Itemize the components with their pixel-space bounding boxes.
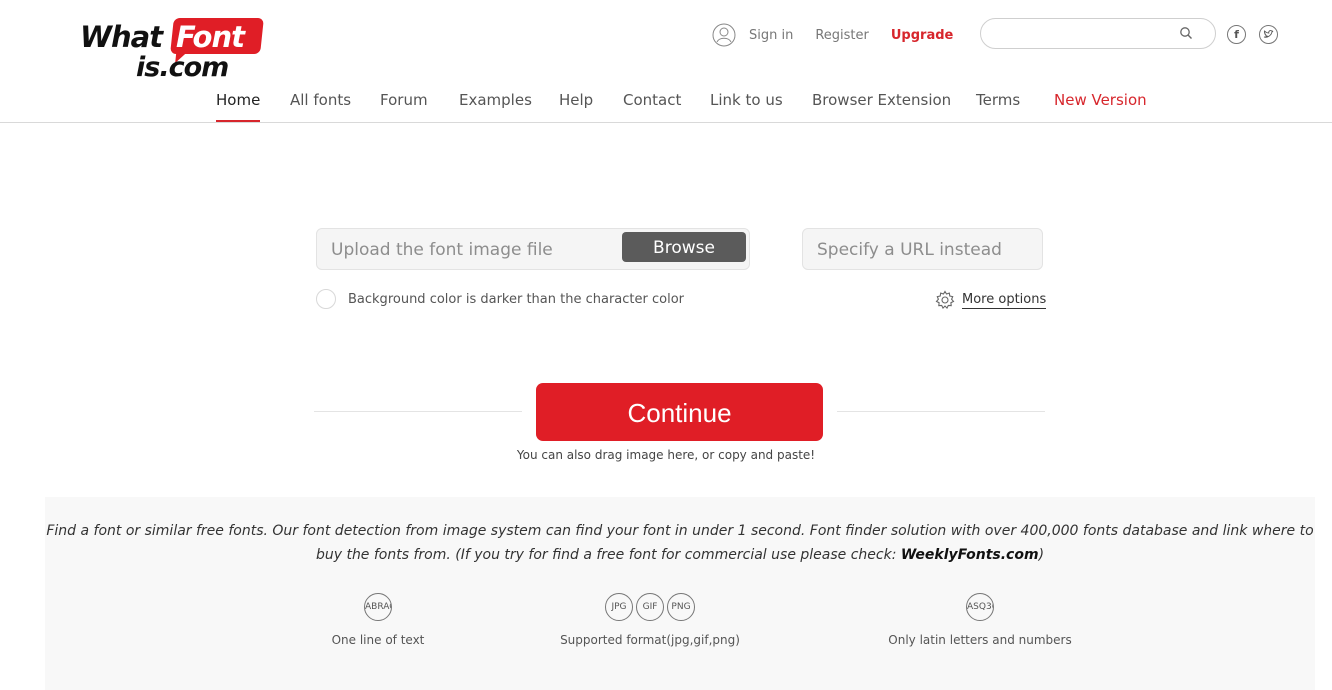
info-description-end: ): [1038, 547, 1045, 563]
feature-caption: One line of text: [331, 633, 425, 647]
search-input[interactable]: [995, 25, 1179, 42]
continue-button[interactable]: Continue: [536, 383, 823, 441]
asq36-icon: ASQ36: [966, 593, 994, 621]
user-icon[interactable]: [712, 23, 736, 47]
nav-examples[interactable]: Examples: [459, 91, 532, 109]
logo-text-font: Font: [176, 20, 245, 54]
twitter-bird-glyph: [1263, 30, 1274, 38]
facebook-icon[interactable]: f: [1227, 25, 1246, 44]
site-logo[interactable]: What Font is.com: [80, 16, 270, 83]
nav-terms[interactable]: Terms: [976, 91, 1020, 109]
info-description-text: Find a font or similar free fonts. Our f…: [46, 523, 1314, 563]
more-options-link[interactable]: More options: [962, 292, 1047, 309]
nav-contact[interactable]: Contact: [623, 91, 681, 109]
png-icon: PNG: [667, 593, 695, 621]
feature-caption: Only latin letters and numbers: [888, 633, 1072, 647]
feature-caption: Supported format(jpg,gif,png): [560, 633, 740, 647]
dark-background-radio[interactable]: [316, 289, 336, 309]
nav-new-version[interactable]: New Version: [1054, 91, 1147, 109]
nav-all-fonts[interactable]: All fonts: [290, 91, 351, 109]
info-description: Find a font or similar free fonts. Our f…: [42, 519, 1318, 567]
nav-link-to-us[interactable]: Link to us: [710, 91, 783, 109]
feature-one-line: ABRACA One line of text: [278, 593, 478, 647]
nav-forum[interactable]: Forum: [380, 91, 428, 109]
nav-home[interactable]: Home: [216, 91, 261, 122]
twitter-icon[interactable]: [1259, 25, 1278, 44]
nav-browser-extension[interactable]: Browser Extension: [812, 91, 951, 109]
gif-icon: GIF: [636, 593, 664, 621]
logo-text-what: What: [80, 20, 163, 54]
jpg-icon: JPG: [605, 593, 633, 621]
upgrade-link[interactable]: Upgrade: [891, 28, 953, 43]
dark-background-label: Background color is darker than the char…: [348, 292, 684, 307]
sign-in-link[interactable]: Sign in: [749, 28, 793, 43]
left-divider: [314, 411, 522, 412]
abraca-icon: ABRACA: [364, 593, 392, 621]
right-divider: [837, 411, 1045, 412]
weeklyfonts-link[interactable]: WeeklyFonts.com: [901, 547, 1039, 563]
logo-text-iscom: is.com: [136, 52, 229, 83]
register-link[interactable]: Register: [815, 28, 869, 43]
url-input-placeholder: Specify a URL instead: [817, 240, 1002, 260]
info-panel: Find a font or similar free fonts. Our f…: [45, 497, 1315, 690]
file-upload-placeholder: Upload the font image file: [331, 240, 553, 260]
drag-hint-text: You can also drag image here, or copy an…: [516, 448, 816, 462]
feature-latin-letters: ASQ36 Only latin letters and numbers: [880, 593, 1080, 647]
search-box: [980, 18, 1216, 49]
feature-formats: JPG GIF PNG Supported format(jpg,gif,png…: [530, 593, 770, 647]
nav-help[interactable]: Help: [559, 91, 593, 109]
main-nav: Home All fonts Forum Examples Help Conta…: [0, 89, 1332, 123]
account-links: Sign in Register Upgrade: [712, 22, 975, 48]
url-input-field[interactable]: Specify a URL instead: [802, 228, 1043, 270]
gear-icon[interactable]: [935, 290, 955, 310]
search-icon[interactable]: [1179, 26, 1193, 40]
browse-button[interactable]: Browse: [622, 232, 746, 262]
facebook-glyph: f: [1234, 28, 1239, 41]
